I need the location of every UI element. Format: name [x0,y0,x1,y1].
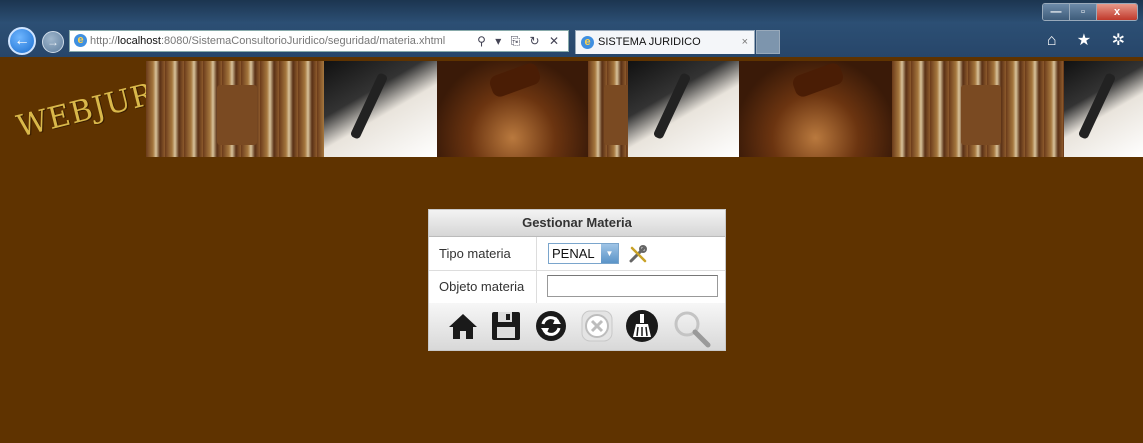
objeto-materia-row: Objeto materia [429,270,725,304]
clear-icon[interactable] [625,309,659,343]
banner-photo-gavel-2 [739,61,892,157]
minimize-button[interactable]: — [1043,4,1070,20]
tipo-materia-label: Tipo materia [429,237,537,270]
browser-right-icons[interactable]: ⌂ ★ ✲ [1047,30,1133,50]
maximize-button[interactable]: ▫ [1070,4,1097,20]
chevron-down-icon[interactable]: ▼ [601,244,618,263]
url-path: :8080/SistemaConsultorioJuridico/segurid… [160,35,446,47]
tipo-materia-select[interactable]: PENAL ▼ [548,243,619,264]
banner-photo-books [146,61,324,157]
back-button[interactable]: ← [8,27,36,55]
tipo-materia-value: PENAL [552,246,595,261]
address-bar[interactable]: e http://localhost:8080/SistemaConsultor… [69,30,569,52]
delete-icon[interactable] [580,309,614,343]
header-banner: WEBJURIS [5,61,1143,157]
forward-button[interactable]: → [42,31,64,53]
url-host: localhost [117,35,161,47]
banner-photo-books-3 [892,61,1064,157]
window-controls: — ▫ x [1042,3,1138,21]
refresh-icon[interactable] [534,309,568,343]
new-tab-button[interactable] [756,30,780,54]
save-icon[interactable] [489,309,523,343]
home-icon[interactable] [446,309,480,343]
objeto-materia-input[interactable] [547,275,718,297]
tab-title: SISTEMA JURIDICO [598,36,701,48]
banner-photos [146,61,1143,157]
address-tools[interactable]: ⚲ ▾ ⎘ ↻ ✕ [477,31,562,51]
url-prefix: http:// [90,35,118,47]
banner-photo-pen-2 [628,61,739,157]
objeto-materia-label: Objeto materia [429,270,537,303]
banner-photo-books-2 [588,61,628,157]
banner-photo-pen-3 [1064,61,1143,157]
ie-page-icon: e [74,34,87,47]
ie-tab-icon: e [581,36,594,49]
panel-title: Gestionar Materia [429,210,725,237]
close-window-button[interactable]: x [1097,4,1137,20]
tipo-materia-row: Tipo materia PENAL ▼ [429,237,725,271]
gestionar-materia-panel: Gestionar Materia Tipo materia PENAL ▼ O… [428,209,726,351]
action-toolbar [429,303,725,350]
browser-chrome: — ▫ x ← → e http://localhost:8080/Sistem… [0,0,1143,57]
tools-icon[interactable] [628,244,648,264]
tab-sistema-juridico[interactable]: e SISTEMA JURIDICO × [575,30,755,54]
search-icon[interactable] [672,309,711,348]
tab-close-icon[interactable]: × [742,31,748,53]
banner-photo-pen [324,61,437,157]
banner-photo-gavel [437,61,588,157]
